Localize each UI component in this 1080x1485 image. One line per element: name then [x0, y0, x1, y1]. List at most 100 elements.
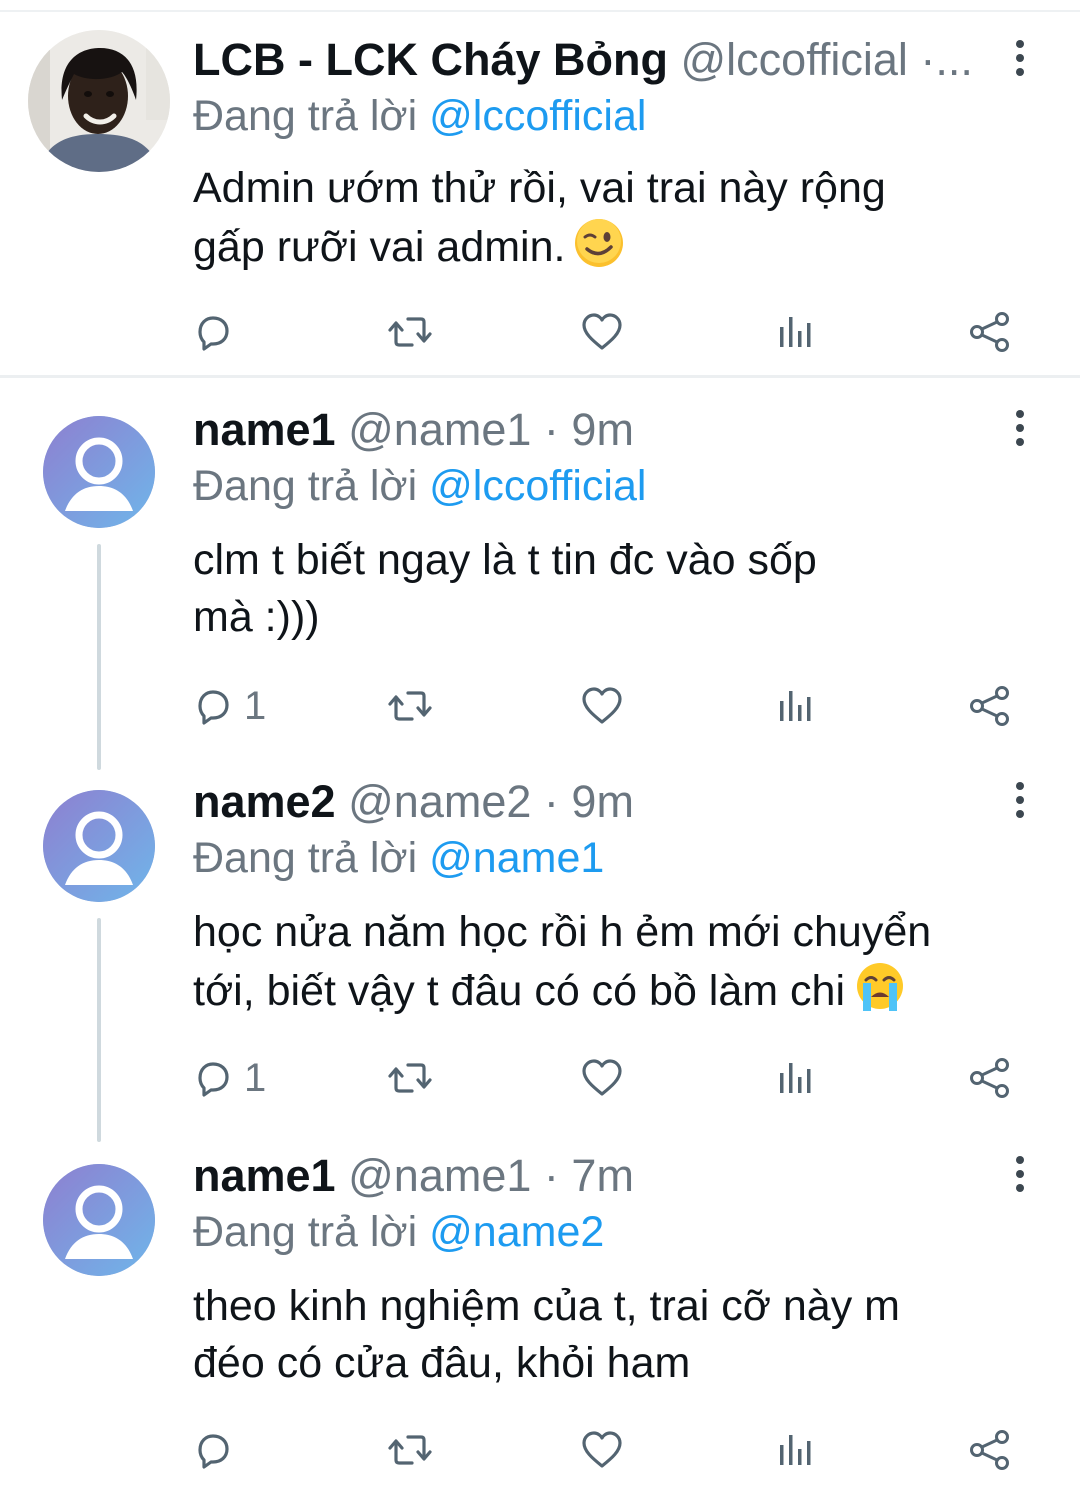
views-icon — [776, 311, 816, 353]
default-avatar-icon[interactable] — [43, 1164, 155, 1276]
share-button[interactable] — [968, 304, 1012, 360]
time-separator: · — [543, 404, 559, 455]
default-avatar-icon[interactable] — [43, 416, 155, 528]
reply-icon — [192, 685, 234, 727]
share-icon — [968, 685, 1012, 727]
heart-icon — [580, 685, 624, 727]
views-button[interactable] — [776, 304, 816, 360]
timestamp[interactable]: 9m — [571, 404, 634, 455]
tweet-actions — [0, 1422, 1080, 1478]
tweet-text-line: mà :))) — [193, 593, 320, 641]
share-button[interactable] — [968, 1422, 1012, 1478]
timestamp[interactable]: 7m — [571, 1150, 634, 1201]
more-vertical-icon[interactable] — [1008, 1154, 1032, 1194]
replying-to-mention[interactable]: @lccofficial — [429, 92, 646, 140]
tweet-card[interactable]: name1 @name1 · 7m Đang trả lời @name2 th… — [0, 1124, 1080, 1485]
views-button[interactable] — [776, 678, 816, 734]
reply-button[interactable] — [192, 1422, 244, 1478]
like-button[interactable] — [580, 1050, 624, 1106]
display-name[interactable]: LCB - LCK Cháy Bỏng — [193, 34, 668, 85]
display-name[interactable]: name1 — [193, 404, 336, 455]
tweet-text: học nửa năm học rồi h ẻm mới chuyển tới,… — [193, 904, 1023, 1028]
display-name[interactable]: name1 — [193, 1150, 336, 1201]
tweet-text: clm t biết ngay là t tin đc vào sốp mà :… — [193, 532, 1023, 646]
views-button[interactable] — [776, 1050, 816, 1106]
tweet-text-line: tới, biết vậy t đâu có có bồ làm chi — [193, 967, 846, 1015]
retweet-button[interactable] — [386, 304, 434, 360]
tweet-actions — [0, 304, 1080, 360]
tweet-header: LCB - LCK Cháy Bỏng @lccofficial ·... — [193, 30, 990, 90]
time-separator: · — [543, 776, 559, 827]
retweet-icon — [386, 1429, 434, 1471]
replying-to: Đang trả lời @name2 — [193, 1204, 604, 1260]
replying-to-label: Đang trả lời — [193, 834, 418, 882]
retweet-icon — [386, 685, 434, 727]
reply-icon — [192, 1429, 234, 1471]
user-handle[interactable]: @name2 — [348, 776, 531, 827]
more-vertical-icon[interactable] — [1008, 38, 1032, 78]
tweet-header: name1 @name1 · 9m — [193, 400, 990, 460]
tweet-card[interactable]: LCB - LCK Cháy Bỏng @lccofficial ·... Đa… — [0, 0, 1080, 378]
replying-to: Đang trả lời @name1 — [193, 830, 604, 886]
thread-line — [97, 918, 101, 1142]
tweet-actions: 1 — [0, 1050, 1080, 1106]
share-icon — [968, 1057, 1012, 1099]
retweet-icon — [386, 311, 434, 353]
replying-to: Đang trả lời @lccofficial — [193, 458, 646, 514]
winking-face-emoji — [573, 217, 625, 284]
tweet-text-line: học nửa năm học rồi h ẻm mới chuyển — [193, 908, 932, 956]
reply-button[interactable] — [192, 304, 244, 360]
reply-button[interactable]: 1 — [192, 678, 266, 734]
reply-icon — [192, 311, 234, 353]
user-handle[interactable]: @name1 — [348, 404, 531, 455]
default-avatar-icon[interactable] — [43, 790, 155, 902]
share-icon — [968, 311, 1012, 353]
tweet-text-line: gấp rưỡi vai admin. — [193, 223, 566, 271]
heart-icon — [580, 1429, 624, 1471]
tweet-card[interactable]: name1 @name1 · 9m Đang trả lời @lccoffic… — [0, 378, 1080, 770]
retweet-button[interactable] — [386, 1050, 434, 1106]
loudly-crying-face-emoji — [853, 961, 907, 1028]
tweet-actions: 1 — [0, 678, 1080, 734]
like-button[interactable] — [580, 1422, 624, 1478]
retweet-button[interactable] — [386, 678, 434, 734]
user-handle[interactable]: @name1 — [348, 1150, 531, 1201]
like-button[interactable] — [580, 304, 624, 360]
more-vertical-icon[interactable] — [1008, 408, 1032, 448]
tweet-text-line: Admin ướm thử rồi, vai trai này rộng — [193, 164, 886, 212]
like-button[interactable] — [580, 678, 624, 734]
views-icon — [776, 685, 816, 727]
tweet-card[interactable]: name2 @name2 · 9m Đang trả lời @name1 họ… — [0, 750, 1080, 1142]
views-icon — [776, 1057, 816, 1099]
replying-to-mention[interactable]: @name1 — [429, 834, 604, 882]
time-separator: ·... — [920, 34, 973, 85]
display-name[interactable]: name2 — [193, 776, 336, 827]
reply-count: 1 — [244, 1056, 267, 1100]
replying-to-label: Đang trả lời — [193, 462, 418, 510]
reply-icon — [192, 1057, 234, 1099]
tweet-text: theo kinh nghiệm của t, trai cỡ này m đé… — [193, 1278, 1023, 1392]
share-button[interactable] — [968, 1050, 1012, 1106]
user-handle[interactable]: @lccofficial — [680, 34, 907, 85]
replying-to-label: Đang trả lời — [193, 1208, 418, 1256]
heart-icon — [580, 311, 624, 353]
tweet-header: name2 @name2 · 9m — [193, 772, 990, 832]
replying-to-mention[interactable]: @lccofficial — [429, 462, 646, 510]
timestamp[interactable]: 9m — [571, 776, 634, 827]
replying-to: Đang trả lời @lccofficial — [193, 88, 646, 144]
retweet-button[interactable] — [386, 1422, 434, 1478]
tweet-text-line: đéo có cửa đâu, khỏi ham — [193, 1339, 691, 1387]
retweet-icon — [386, 1057, 434, 1099]
thread-line — [97, 544, 101, 770]
heart-icon — [580, 1057, 624, 1099]
reply-button[interactable]: 1 — [192, 1050, 266, 1106]
tweet-text-line: clm t biết ngay là t tin đc vào sốp — [193, 536, 817, 584]
share-button[interactable] — [968, 678, 1012, 734]
user-photo-avatar[interactable] — [28, 30, 170, 172]
reply-count: 1 — [244, 684, 267, 728]
share-icon — [968, 1429, 1012, 1471]
views-button[interactable] — [776, 1422, 816, 1478]
replying-to-mention[interactable]: @name2 — [429, 1208, 604, 1256]
tweet-text: Admin ướm thử rồi, vai trai này rộng gấp… — [193, 160, 1023, 284]
more-vertical-icon[interactable] — [1008, 780, 1032, 820]
